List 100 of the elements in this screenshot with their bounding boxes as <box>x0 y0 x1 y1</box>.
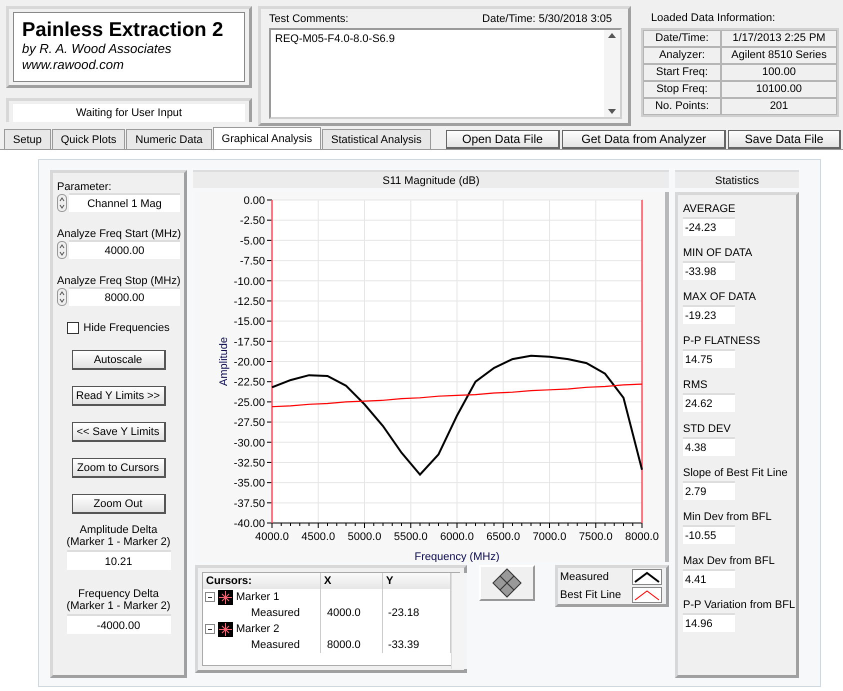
tab[interactable]: Graphical Analysis <box>212 127 322 149</box>
side-button[interactable]: Read Y Limits >> <box>72 386 166 406</box>
action-button[interactable]: Open Data File <box>446 130 560 149</box>
y-tick-label: -7.50 <box>240 256 265 268</box>
x-tick-label: 6000.0 <box>440 531 474 543</box>
stat-value: 24.62 <box>683 393 735 412</box>
stat-label: STD DEV <box>683 423 731 435</box>
info-label: Date/Time: <box>643 30 721 47</box>
tab[interactable]: Setup <box>4 129 51 149</box>
plot-name: Measured <box>251 638 300 653</box>
status-field: Waiting for User Input <box>13 104 245 122</box>
action-button[interactable]: Get Data from Analyzer <box>562 130 726 149</box>
frequency-delta-field: -4000.00 <box>66 614 170 634</box>
x-tick-label: 5000.0 <box>348 531 382 543</box>
legend-label: Measured <box>560 571 610 583</box>
comments-label: Test Comments: <box>269 13 348 25</box>
stat-label: Slope of Best Fit Line <box>683 467 788 479</box>
app-title: Painless Extraction 2 <box>22 19 224 41</box>
stat-value: 14.96 <box>683 613 735 632</box>
cursor-marker-icon <box>218 622 233 636</box>
info-label: Stop Freq: <box>643 81 721 98</box>
stat-label: Max Dev from BFL <box>683 555 775 567</box>
x-axis-title: Frequency (MHz) <box>414 551 500 562</box>
field-label: Parameter: <box>57 181 112 193</box>
info-value: 100.00 <box>721 64 837 81</box>
y-tick-label: -40.00 <box>234 518 265 530</box>
y-tick-label: -15.00 <box>234 316 265 328</box>
parameter-field[interactable]: Channel 1 Mag <box>69 193 180 212</box>
y-tick-label: -17.50 <box>234 336 265 348</box>
stat-value: 14.75 <box>683 349 735 368</box>
freq-stop-field[interactable]: 8000.00 <box>69 287 180 306</box>
stat-value: -19.23 <box>683 305 735 324</box>
tab[interactable]: Statistical Analysis <box>322 129 431 149</box>
spin-arrows-icon[interactable] <box>57 240 67 258</box>
info-value: 10100.00 <box>721 81 837 98</box>
cursor-y: -33.39 <box>388 638 420 653</box>
info-label: Start Freq: <box>643 64 721 81</box>
stat-value: 2.79 <box>683 481 735 500</box>
info-label: Analyzer: <box>643 47 721 64</box>
x-tick-label: 4000.0 <box>255 531 289 543</box>
stat-label: P-P FLATNESS <box>683 335 760 347</box>
field-label: Frequency Delta (Marker 1 - Marker 2) <box>66 588 170 612</box>
cursor-x: 8000.0 <box>327 638 361 653</box>
y-tick-label: -22.50 <box>234 376 265 389</box>
stat-label: RMS <box>683 379 708 391</box>
checkbox-label[interactable]: Hide Frequencies <box>83 322 170 334</box>
stat-value: -10.55 <box>683 525 735 544</box>
stats-title: Statistics <box>675 170 799 188</box>
date-time-text: Date/Time: 5/30/2018 3:05 <box>482 13 612 25</box>
y-tick-label: -37.50 <box>234 498 265 510</box>
tree-toggle[interactable] <box>205 592 215 602</box>
freq-start-field[interactable]: 4000.00 <box>69 240 180 259</box>
spin-arrows-icon[interactable] <box>57 288 67 306</box>
side-button[interactable]: Zoom Out <box>72 494 166 514</box>
info-value: Agilent 8510 Series <box>721 47 837 64</box>
tab[interactable]: Quick Plots <box>52 129 126 149</box>
stat-value: 4.38 <box>683 437 735 456</box>
checkbox[interactable] <box>67 322 80 334</box>
tab[interactable]: Numeric Data <box>126 129 212 149</box>
y-tick-label: -35.00 <box>234 478 265 490</box>
scroll-down-icon[interactable] <box>608 109 616 114</box>
tree-toggle[interactable] <box>205 624 215 634</box>
action-button[interactable]: Save Data File <box>728 130 842 149</box>
side-button[interactable]: << Save Y Limits <box>72 422 166 442</box>
comments-field[interactable]: REQ-M05-F4.0-8.0-S6.9 <box>269 28 622 119</box>
stat-label: MAX OF DATA <box>683 291 756 303</box>
y-tick-label: -32.50 <box>234 457 265 470</box>
stat-label: P-P Variation from BFL <box>683 599 796 611</box>
scroll-up-icon[interactable] <box>608 33 616 38</box>
y-tick-label: -25.00 <box>234 396 265 409</box>
marker-name[interactable]: Marker 2 <box>236 621 280 637</box>
stat-value: -24.23 <box>683 217 735 236</box>
stat-value: -33.98 <box>683 261 735 280</box>
stat-label: MIN OF DATA <box>683 247 752 259</box>
y-tick-label: -2.50 <box>240 215 265 228</box>
spin-arrows-icon[interactable] <box>57 194 67 212</box>
marker-name[interactable]: Marker 1 <box>236 589 280 605</box>
cursor-y: -23.18 <box>388 606 420 621</box>
x-tick-label: 7000.0 <box>532 531 566 543</box>
column-header[interactable]: Y <box>383 573 451 589</box>
x-tick-label: 7500.0 <box>578 531 613 543</box>
y-tick-label: -20.00 <box>234 356 265 368</box>
stat-label: Min Dev from BFL <box>683 511 772 523</box>
cursor-marker-icon <box>218 590 233 604</box>
y-tick-label: -10.00 <box>234 276 265 288</box>
field-label: Analyze Freq Stop (MHz) <box>57 275 180 287</box>
column-header[interactable]: Cursors: <box>203 573 321 589</box>
column-header[interactable]: X <box>321 573 383 589</box>
info-label: No. Points: <box>643 98 721 115</box>
side-button[interactable]: Zoom to Cursors <box>72 458 166 478</box>
chart-title: S11 Magnitude (dB) <box>193 170 669 188</box>
scrollbar[interactable] <box>451 573 467 669</box>
info-title: Loaded Data Information: <box>650 11 776 26</box>
x-tick-label: 4500.0 <box>301 531 336 543</box>
side-button[interactable]: Autoscale <box>72 350 166 370</box>
y-tick-label: -30.00 <box>234 437 265 450</box>
company-name: by R. A. Wood Associates <box>22 41 172 57</box>
x-tick-label: 5500.0 <box>394 531 428 543</box>
plot-name: Measured <box>251 606 300 621</box>
cursor-move-button[interactable] <box>479 565 535 601</box>
